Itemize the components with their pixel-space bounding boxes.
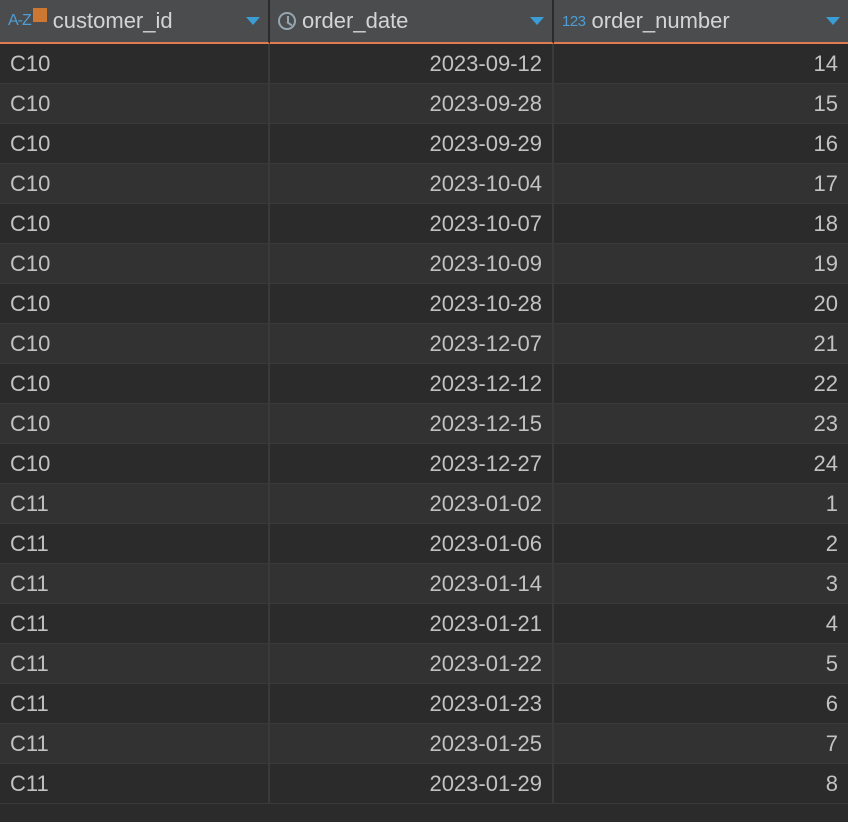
- cell-order-number[interactable]: 15: [554, 84, 848, 124]
- cell-order-number[interactable]: 6: [554, 684, 848, 724]
- cell-customer-id[interactable]: C10: [0, 44, 270, 84]
- cell-order-number[interactable]: 8: [554, 764, 848, 804]
- cell-customer-id[interactable]: C11: [0, 564, 270, 604]
- sort-dropdown-icon[interactable]: [826, 17, 840, 25]
- column-header-customer-id[interactable]: A-Z customer_id: [0, 0, 270, 44]
- table-row[interactable]: C112023-01-236: [0, 684, 848, 724]
- cell-order-number[interactable]: 18: [554, 204, 848, 244]
- column-label: order_date: [302, 8, 408, 34]
- cell-customer-id[interactable]: C11: [0, 724, 270, 764]
- cell-order-number[interactable]: 23: [554, 404, 848, 444]
- table-row[interactable]: C112023-01-143: [0, 564, 848, 604]
- cell-order-date[interactable]: 2023-10-28: [270, 284, 554, 324]
- cell-order-date[interactable]: 2023-01-29: [270, 764, 554, 804]
- cell-customer-id[interactable]: C11: [0, 764, 270, 804]
- table-row[interactable]: C102023-10-0718: [0, 204, 848, 244]
- cell-customer-id[interactable]: C10: [0, 204, 270, 244]
- cell-customer-id[interactable]: C11: [0, 684, 270, 724]
- table-row[interactable]: C102023-09-2815: [0, 84, 848, 124]
- cell-order-number[interactable]: 24: [554, 444, 848, 484]
- cell-order-number[interactable]: 14: [554, 44, 848, 84]
- cell-order-number[interactable]: 3: [554, 564, 848, 604]
- table-row[interactable]: C102023-12-1222: [0, 364, 848, 404]
- sort-dropdown-icon[interactable]: [246, 17, 260, 25]
- table-row[interactable]: C112023-01-225: [0, 644, 848, 684]
- table-row[interactable]: C102023-09-1214: [0, 44, 848, 84]
- table-header-row: A-Z customer_id order_date 123 order_num…: [0, 0, 848, 44]
- cell-order-number[interactable]: 2: [554, 524, 848, 564]
- cell-order-date[interactable]: 2023-01-14: [270, 564, 554, 604]
- cell-order-number[interactable]: 21: [554, 324, 848, 364]
- clock-icon: [278, 12, 296, 30]
- table-row[interactable]: C112023-01-021: [0, 484, 848, 524]
- table-row[interactable]: C112023-01-062: [0, 524, 848, 564]
- table-row[interactable]: C102023-12-2724: [0, 444, 848, 484]
- datetime-type-icon: [278, 12, 296, 30]
- cell-order-date[interactable]: 2023-01-06: [270, 524, 554, 564]
- cell-customer-id[interactable]: C10: [0, 164, 270, 204]
- table-row[interactable]: C102023-10-0417: [0, 164, 848, 204]
- cell-customer-id[interactable]: C10: [0, 84, 270, 124]
- cell-order-date[interactable]: 2023-10-04: [270, 164, 554, 204]
- cell-order-date[interactable]: 2023-10-09: [270, 244, 554, 284]
- cell-customer-id[interactable]: C11: [0, 604, 270, 644]
- table-row[interactable]: C102023-12-0721: [0, 324, 848, 364]
- table-row[interactable]: C102023-10-0919: [0, 244, 848, 284]
- cell-order-date[interactable]: 2023-09-12: [270, 44, 554, 84]
- cell-order-date[interactable]: 2023-09-29: [270, 124, 554, 164]
- cell-order-date[interactable]: 2023-01-22: [270, 644, 554, 684]
- key-icon: [33, 8, 47, 22]
- cell-customer-id[interactable]: C10: [0, 124, 270, 164]
- cell-order-date[interactable]: 2023-12-15: [270, 404, 554, 444]
- cell-customer-id[interactable]: C10: [0, 244, 270, 284]
- column-header-order-date[interactable]: order_date: [270, 0, 554, 44]
- column-label: order_number: [592, 8, 730, 34]
- cell-order-number[interactable]: 20: [554, 284, 848, 324]
- column-header-order-number[interactable]: 123 order_number: [554, 0, 848, 44]
- table-row[interactable]: C112023-01-214: [0, 604, 848, 644]
- cell-order-date[interactable]: 2023-01-21: [270, 604, 554, 644]
- cell-order-number[interactable]: 19: [554, 244, 848, 284]
- cell-customer-id[interactable]: C11: [0, 484, 270, 524]
- cell-customer-id[interactable]: C10: [0, 404, 270, 444]
- table-row[interactable]: C102023-10-2820: [0, 284, 848, 324]
- table-row[interactable]: C112023-01-257: [0, 724, 848, 764]
- table-row[interactable]: C112023-01-298: [0, 764, 848, 804]
- table-row[interactable]: C102023-12-1523: [0, 404, 848, 444]
- cell-order-number[interactable]: 4: [554, 604, 848, 644]
- cell-customer-id[interactable]: C11: [0, 524, 270, 564]
- cell-order-number[interactable]: 22: [554, 364, 848, 404]
- column-label: customer_id: [53, 8, 173, 34]
- cell-order-number[interactable]: 7: [554, 724, 848, 764]
- cell-order-date[interactable]: 2023-01-25: [270, 724, 554, 764]
- cell-customer-id[interactable]: C10: [0, 444, 270, 484]
- cell-order-date[interactable]: 2023-01-02: [270, 484, 554, 524]
- cell-order-date[interactable]: 2023-12-12: [270, 364, 554, 404]
- cell-order-number[interactable]: 5: [554, 644, 848, 684]
- cell-order-number[interactable]: 1: [554, 484, 848, 524]
- text-type-icon: A-Z: [8, 12, 47, 30]
- cell-customer-id[interactable]: C10: [0, 364, 270, 404]
- cell-customer-id[interactable]: C10: [0, 284, 270, 324]
- table-row[interactable]: C102023-09-2916: [0, 124, 848, 164]
- cell-order-date[interactable]: 2023-09-28: [270, 84, 554, 124]
- cell-order-date[interactable]: 2023-12-07: [270, 324, 554, 364]
- data-grid: A-Z customer_id order_date 123 order_num…: [0, 0, 848, 804]
- number-type-icon: 123: [562, 13, 586, 30]
- cell-customer-id[interactable]: C11: [0, 644, 270, 684]
- cell-order-date[interactable]: 2023-12-27: [270, 444, 554, 484]
- cell-order-number[interactable]: 17: [554, 164, 848, 204]
- table-body: C102023-09-1214C102023-09-2815C102023-09…: [0, 44, 848, 804]
- cell-order-date[interactable]: 2023-01-23: [270, 684, 554, 724]
- sort-dropdown-icon[interactable]: [530, 17, 544, 25]
- cell-order-number[interactable]: 16: [554, 124, 848, 164]
- cell-order-date[interactable]: 2023-10-07: [270, 204, 554, 244]
- cell-customer-id[interactable]: C10: [0, 324, 270, 364]
